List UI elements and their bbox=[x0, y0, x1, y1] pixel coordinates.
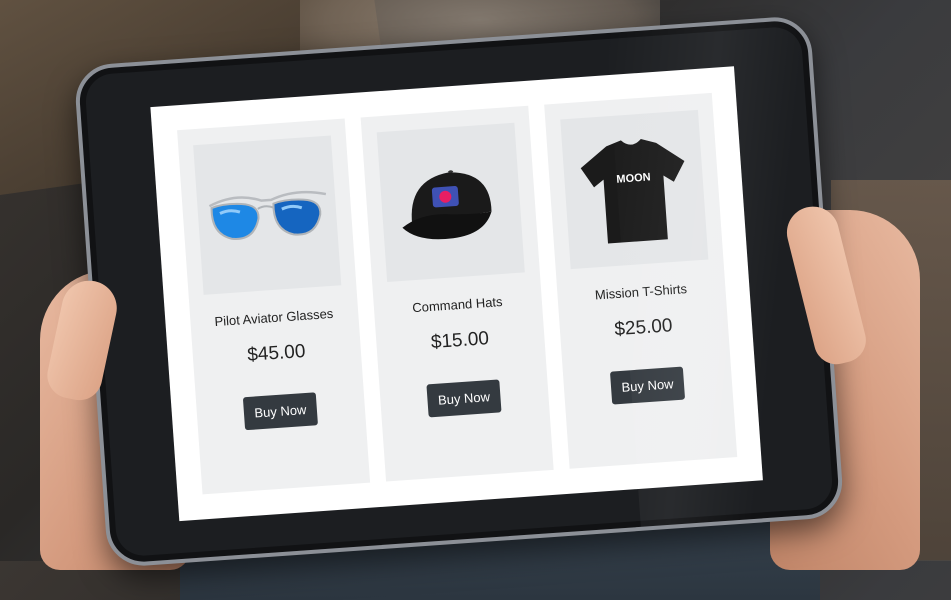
product-image-glasses bbox=[192, 135, 341, 295]
buy-now-button[interactable]: Buy Now bbox=[610, 366, 685, 405]
product-price: $15.00 bbox=[430, 328, 490, 354]
buy-now-button[interactable]: Buy Now bbox=[243, 392, 318, 431]
product-card-hat: Command Hats $15.00 Buy Now bbox=[360, 105, 554, 482]
tshirt-print: MOON bbox=[616, 171, 651, 185]
aviator-sunglasses-icon bbox=[208, 190, 326, 240]
product-price: $25.00 bbox=[613, 315, 674, 341]
product-title: Mission T-Shirts bbox=[594, 281, 688, 303]
t-shirt-icon: MOON bbox=[580, 138, 684, 244]
baseball-cap-icon bbox=[401, 170, 492, 240]
product-image-hat bbox=[376, 122, 525, 283]
tablet-device: Pilot Aviator Glasses $45.00 Buy Now Com… bbox=[73, 14, 845, 569]
buy-now-button[interactable]: Buy Now bbox=[426, 379, 502, 418]
product-title: Pilot Aviator Glasses bbox=[213, 305, 334, 330]
product-card-glasses: Pilot Aviator Glasses $45.00 Buy Now bbox=[176, 118, 370, 495]
product-price: $45.00 bbox=[246, 340, 307, 366]
product-card-tshirt: MOON Mission T-Shirts $25.00 Buy Now bbox=[543, 92, 737, 469]
product-title: Command Hats bbox=[411, 294, 503, 316]
product-image-tshirt: MOON bbox=[559, 109, 708, 270]
tablet-screen: Pilot Aviator Glasses $45.00 Buy Now Com… bbox=[150, 66, 763, 522]
